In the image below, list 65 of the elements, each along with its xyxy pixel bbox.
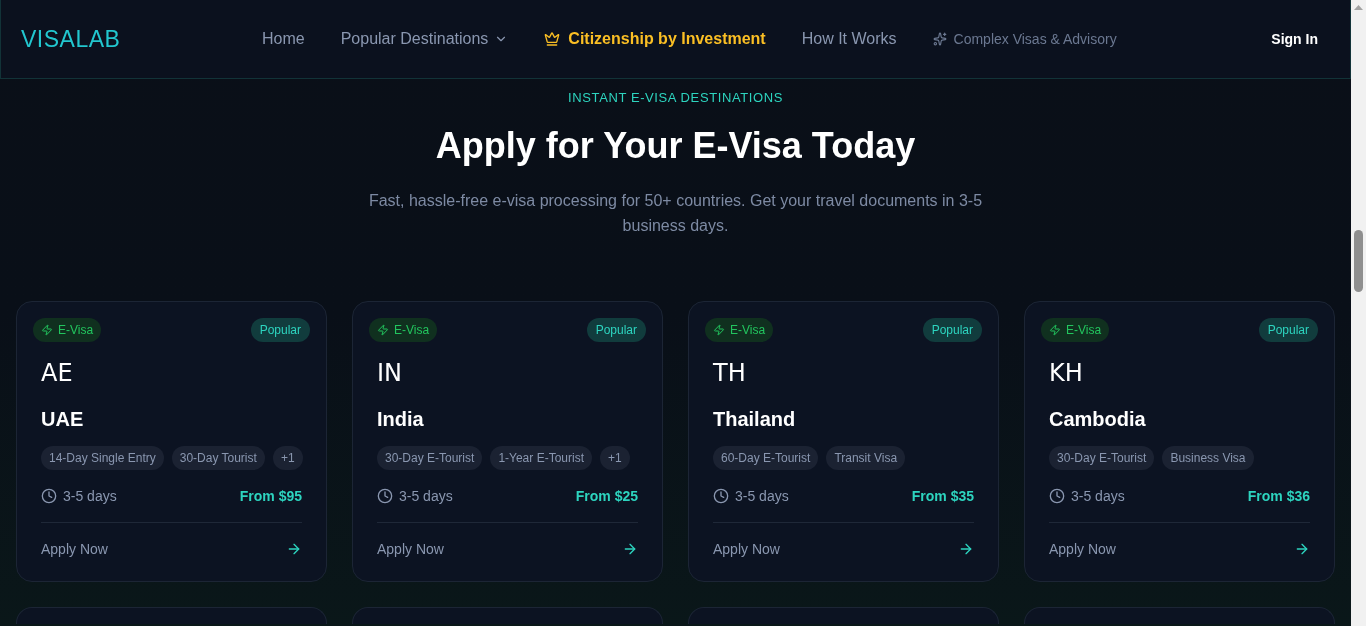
visa-type-tag: Business Visa <box>1162 446 1254 470</box>
arrow-right-icon <box>286 541 302 557</box>
visa-type-tag: 30-Day E-Tourist <box>377 446 483 470</box>
scroll-up-icon[interactable] <box>1354 5 1363 10</box>
visa-type-tag: 14-Day Single Entry <box>41 446 164 470</box>
arrow-right-icon <box>1294 541 1310 557</box>
apply-now-link[interactable]: Apply Now <box>41 539 302 559</box>
processing-time: 3-5 days <box>399 487 453 506</box>
logo[interactable]: VISALAB <box>21 25 121 53</box>
clock-icon <box>713 488 729 504</box>
country-name: UAE <box>41 407 84 432</box>
e-visa-badge: E-Visa <box>33 318 102 342</box>
scrollbar[interactable] <box>1351 0 1366 626</box>
processing-time: 3-5 days <box>1071 487 1125 506</box>
sparkle-icon <box>932 32 947 46</box>
clock-icon <box>1049 488 1065 504</box>
nav-link[interactable]: Home <box>262 27 305 51</box>
scrollbar-thumb[interactable] <box>1354 230 1363 292</box>
popular-badge: Popular <box>250 318 310 342</box>
country-name: Cambodia <box>1049 407 1146 432</box>
sign-in-button[interactable]: Sign In <box>1271 29 1318 49</box>
clock-icon <box>41 488 57 504</box>
country-name: Thailand <box>713 407 796 432</box>
e-visa-badge: E-Visa <box>1041 318 1110 342</box>
processing-time: 3-5 days <box>63 487 117 506</box>
price: From $35 <box>911 487 974 506</box>
country-code: AE <box>41 358 73 389</box>
nav-link[interactable]: Citizenship by Investment <box>544 27 766 51</box>
price: From $95 <box>239 487 302 506</box>
e-visa-badge: E-Visa <box>369 318 438 342</box>
section-title: Apply for Your E-Visa Today <box>435 126 916 166</box>
more-tag: +1 <box>599 446 630 470</box>
processing-time: 3-5 days <box>735 487 789 506</box>
visa-type-tag: Transit Visa <box>826 446 906 470</box>
country-code: TH <box>713 358 746 389</box>
country-name: India <box>377 407 424 432</box>
popular-badge: Popular <box>586 318 646 342</box>
lightning-icon <box>41 324 53 336</box>
clock-icon <box>377 488 393 504</box>
popular-badge: Popular <box>922 318 982 342</box>
country-code: IN <box>377 358 403 389</box>
arrow-right-icon <box>622 541 638 557</box>
e-visa-badge: E-Visa <box>705 318 774 342</box>
popular-badge: Popular <box>1258 318 1318 342</box>
arrow-right-icon <box>958 541 974 557</box>
nav-link[interactable]: How It Works <box>801 27 897 51</box>
lightning-icon <box>713 324 725 336</box>
visa-type-tag: 30-Day E-Tourist <box>1049 446 1155 470</box>
more-tag: +1 <box>272 446 303 470</box>
apply-now-link[interactable]: Apply Now <box>377 539 638 559</box>
visa-type-tag: 30-Day Tourist <box>171 446 265 470</box>
nav-link[interactable]: Complex Visas & Advisory <box>932 29 1117 49</box>
lightning-icon <box>1049 324 1061 336</box>
lightning-icon <box>377 324 389 336</box>
country-code: KH <box>1049 358 1083 389</box>
visa-type-tag: 60-Day E-Tourist <box>713 446 819 470</box>
section-subtitle: Fast, hassle-free e-visa processing for 50+ countries. Get your travel documents in 3-5 business days. <box>367 191 984 236</box>
section-eyebrow: INSTANT E-VISA DESTINATIONS <box>568 89 783 107</box>
visa-type-tag: 1-Year E-Tourist <box>490 446 592 470</box>
apply-now-link[interactable]: Apply Now <box>1049 539 1310 559</box>
crown-icon <box>544 31 561 47</box>
price: From $36 <box>1247 487 1310 506</box>
nav-dropdown[interactable]: Popular Destinations <box>340 27 509 51</box>
apply-now-link[interactable]: Apply Now <box>713 539 974 559</box>
price: From $25 <box>575 487 638 506</box>
